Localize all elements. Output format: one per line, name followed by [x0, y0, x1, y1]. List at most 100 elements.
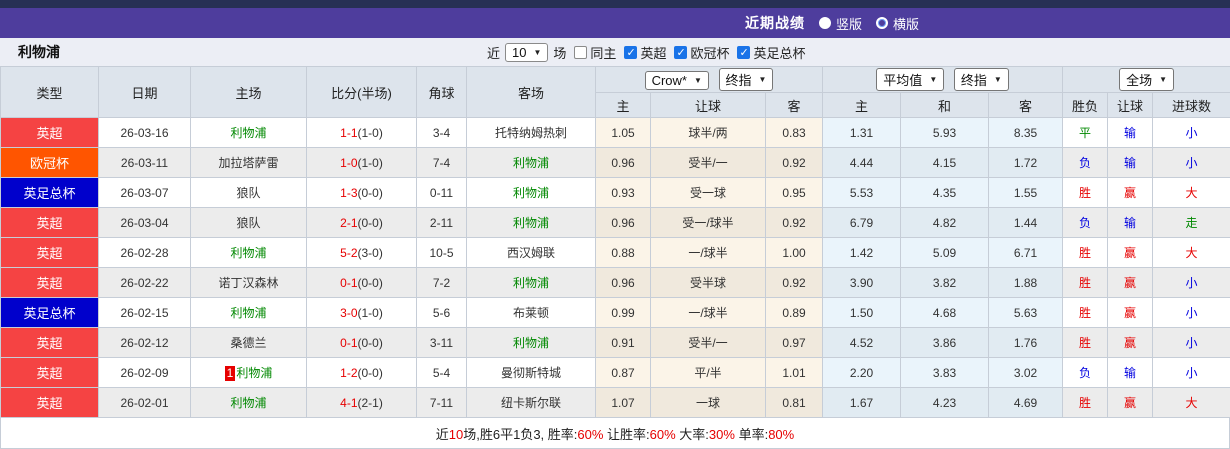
subheader-asian-away: 客 [766, 93, 823, 118]
result-wdl: 胜 [1063, 388, 1108, 418]
result-wdl: 胜 [1063, 268, 1108, 298]
result-handicap: 输 [1108, 208, 1153, 238]
result-handicap: 输 [1108, 118, 1153, 148]
match-date: 26-03-11 [99, 148, 191, 178]
euro-away-odds: 1.72 [989, 148, 1063, 178]
home-team: 狼队 [191, 208, 307, 238]
away-team: 西汉姆联 [467, 238, 596, 268]
match-date: 26-02-28 [99, 238, 191, 268]
radio-horizontal-label: 横版 [893, 14, 919, 33]
asian-away-odds: 0.83 [766, 118, 823, 148]
header-home: 主场 [191, 67, 307, 118]
corner-count: 5-6 [417, 298, 467, 328]
asian-home-odds: 0.96 [596, 268, 651, 298]
asian-handicap: 一球 [651, 388, 766, 418]
radio-unselected-icon[interactable] [876, 17, 888, 29]
asian-home-odds: 0.96 [596, 148, 651, 178]
match-score: 1-2(0-0) [307, 358, 417, 388]
corner-count: 7-2 [417, 268, 467, 298]
asian-away-odds: 0.81 [766, 388, 823, 418]
table-row: 英超 26-02-28 利物浦 5-2(3-0) 10-5 西汉姆联 0.88 … [1, 238, 1230, 268]
asian-home-odds: 0.91 [596, 328, 651, 358]
asian-handicap: 一/球半 [651, 238, 766, 268]
asian-away-odds: 0.95 [766, 178, 823, 208]
match-score: 0-1(0-0) [307, 268, 417, 298]
result-goals: 大 [1153, 238, 1230, 268]
corner-count: 3-4 [417, 118, 467, 148]
result-wdl: 胜 [1063, 298, 1108, 328]
radio-vertical-label: 竖版 [836, 14, 862, 33]
euro-home-odds: 1.31 [823, 118, 901, 148]
average-select[interactable]: 平均值▼ [876, 68, 944, 91]
match-score: 0-1(0-0) [307, 328, 417, 358]
euro-away-odds: 4.69 [989, 388, 1063, 418]
asian-away-odds: 1.01 [766, 358, 823, 388]
home-team: 桑德兰 [191, 328, 307, 358]
near-label: 近 [487, 43, 500, 62]
home-team: 利物浦 [191, 298, 307, 328]
match-score: 1-3(0-0) [307, 178, 417, 208]
euro-home-odds: 2.20 [823, 358, 901, 388]
corner-count: 7-11 [417, 388, 467, 418]
table-row: 欧冠杯 26-03-11 加拉塔萨雷 1-0(1-0) 7-4 利物浦 0.96… [1, 148, 1230, 178]
games-label: 场 [553, 43, 566, 62]
match-date: 26-02-22 [99, 268, 191, 298]
league-label-facup: 英足总杯 [753, 43, 805, 62]
odds-company-select[interactable]: Crow*▼ [645, 71, 709, 90]
asian-handicap: 受半/一 [651, 328, 766, 358]
league-checkbox-ucl[interactable] [674, 46, 687, 59]
radio-vertical-layout[interactable]: 竖版 [819, 14, 862, 33]
subheader-asian-home: 主 [596, 93, 651, 118]
league-badge: 英超 [1, 208, 99, 238]
asian-away-odds: 0.89 [766, 298, 823, 328]
same-home-checkbox[interactable] [574, 46, 587, 59]
away-team: 托特纳姆热刺 [467, 118, 596, 148]
result-wdl: 胜 [1063, 238, 1108, 268]
league-label-premier: 英超 [640, 43, 666, 62]
subheader-euro-home: 主 [823, 93, 901, 118]
chevron-down-icon: ▼ [694, 76, 702, 85]
title-group: 近期战绩 竖版 横版 [745, 8, 919, 38]
asian-handicap: 平/半 [651, 358, 766, 388]
radio-horizontal-layout[interactable]: 横版 [876, 14, 919, 33]
asian-final-select[interactable]: 终指▼ [719, 68, 774, 91]
result-group-header: 全场▼ [1063, 67, 1230, 93]
match-score: 1-0(1-0) [307, 148, 417, 178]
match-score: 4-1(2-1) [307, 388, 417, 418]
table-row: 英超 26-02-01 利物浦 4-1(2-1) 7-11 纽卡斯尔联 1.07… [1, 388, 1230, 418]
result-goals: 小 [1153, 358, 1230, 388]
league-checkbox-facup[interactable] [737, 46, 750, 59]
result-handicap: 赢 [1108, 388, 1153, 418]
euro-draw-odds: 3.83 [901, 358, 989, 388]
result-handicap: 赢 [1108, 178, 1153, 208]
result-goals: 走 [1153, 208, 1230, 238]
full-match-select[interactable]: 全场▼ [1119, 68, 1174, 91]
away-team: 利物浦 [467, 328, 596, 358]
euro-away-odds: 6.71 [989, 238, 1063, 268]
match-count-select[interactable]: 10 ▼ [505, 43, 548, 62]
asian-handicap: 受半球 [651, 268, 766, 298]
result-handicap: 赢 [1108, 238, 1153, 268]
result-goals: 小 [1153, 298, 1230, 328]
subheader-euro-draw: 和 [901, 93, 989, 118]
match-date: 26-03-16 [99, 118, 191, 148]
league-badge: 英超 [1, 118, 99, 148]
header-corner: 角球 [417, 67, 467, 118]
league-checkbox-premier[interactable] [624, 46, 637, 59]
league-badge: 英超 [1, 328, 99, 358]
radio-selected-icon[interactable] [819, 17, 831, 29]
top-navy-bar [0, 0, 1230, 8]
euro-draw-odds: 4.82 [901, 208, 989, 238]
league-badge: 英超 [1, 358, 99, 388]
asian-handicap: 受一球 [651, 178, 766, 208]
euro-draw-odds: 4.35 [901, 178, 989, 208]
home-team: 利物浦 [191, 118, 307, 148]
match-score: 3-0(1-0) [307, 298, 417, 328]
euro-final-select[interactable]: 终指▼ [954, 68, 1009, 91]
away-team: 利物浦 [467, 148, 596, 178]
corner-count: 2-11 [417, 208, 467, 238]
result-wdl: 负 [1063, 208, 1108, 238]
league-label-ucl: 欧冠杯 [690, 43, 729, 62]
euro-away-odds: 1.88 [989, 268, 1063, 298]
euro-away-odds: 5.63 [989, 298, 1063, 328]
